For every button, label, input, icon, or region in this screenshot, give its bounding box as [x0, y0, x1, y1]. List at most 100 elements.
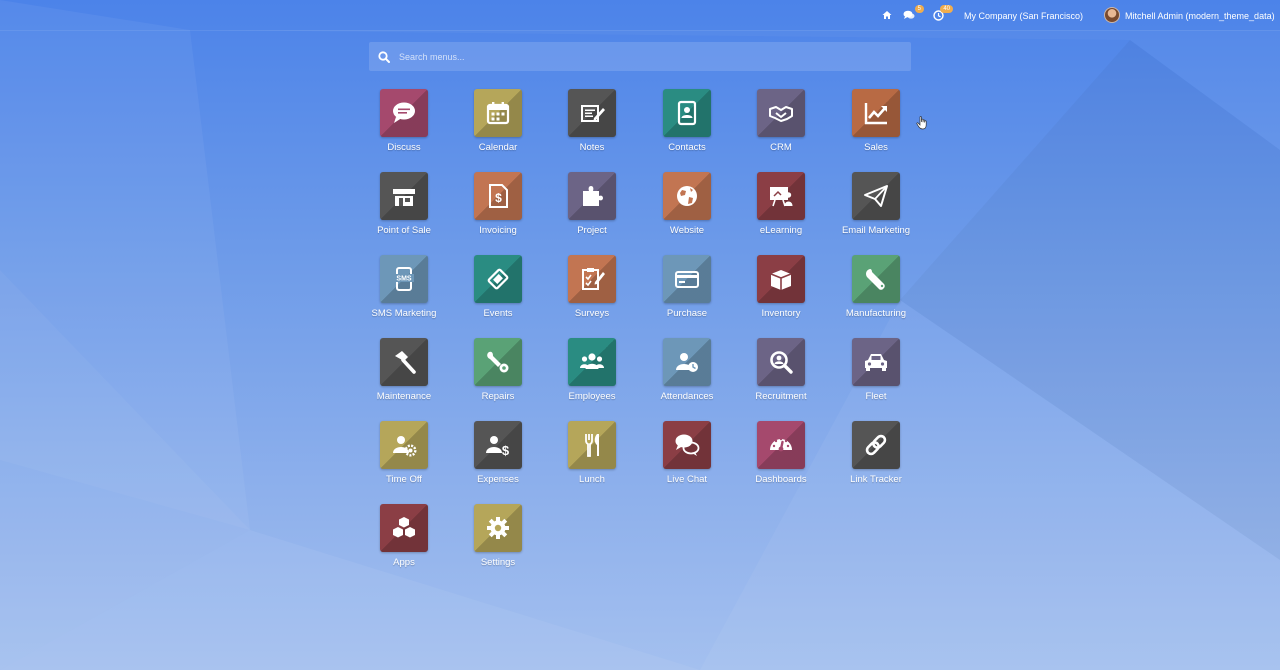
hammer-icon	[380, 338, 428, 386]
shop-icon	[380, 172, 428, 220]
app-fleet[interactable]: Fleet	[829, 338, 923, 414]
handshake-icon	[757, 89, 805, 137]
svg-text:SMS: SMS	[396, 276, 412, 283]
app-label: Attendances	[660, 391, 714, 402]
app-label: Fleet	[865, 391, 887, 402]
app-invoicing[interactable]: $ Invoicing	[451, 172, 545, 248]
sms-phone-icon: SMS	[380, 255, 428, 303]
app-label: Employees	[568, 391, 616, 402]
app-label: Dashboards	[755, 474, 807, 485]
app-notes[interactable]: Notes	[545, 89, 639, 165]
user-dollar-icon: $	[474, 421, 522, 469]
link-icon	[852, 421, 900, 469]
address-book-icon	[663, 89, 711, 137]
app-email-marketing[interactable]: Email Marketing	[829, 172, 923, 248]
app-recruitment[interactable]: Recruitment	[734, 338, 828, 414]
globe-icon	[663, 172, 711, 220]
app-apps[interactable]: Apps	[357, 504, 451, 580]
app-label: Events	[483, 308, 513, 319]
cubes-icon	[380, 504, 428, 552]
wrench-icon	[852, 255, 900, 303]
app-employees[interactable]: Employees	[545, 338, 639, 414]
users-icon	[568, 338, 616, 386]
app-label: Email Marketing	[841, 225, 911, 236]
app-label: Purchase	[666, 308, 708, 319]
app-manufacturing[interactable]: Manufacturing	[829, 255, 923, 331]
calendar-icon	[474, 89, 522, 137]
app-label: CRM	[770, 142, 792, 153]
fork-knife-icon	[568, 421, 616, 469]
app-sms-marketing[interactable]: SMS SMS Marketing	[357, 255, 451, 331]
app-elearning[interactable]: eLearning	[734, 172, 828, 248]
app-label: Website	[669, 225, 705, 236]
app-inventory[interactable]: Inventory	[734, 255, 828, 331]
app-maintenance[interactable]: Maintenance	[357, 338, 451, 414]
chat-bubbles-icon	[663, 421, 711, 469]
app-surveys[interactable]: Surveys	[545, 255, 639, 331]
app-link-tracker[interactable]: Link Tracker	[829, 421, 923, 497]
app-settings[interactable]: Settings	[451, 504, 545, 580]
app-label: Apps	[393, 557, 415, 568]
app-point-of-sale[interactable]: Point of Sale	[357, 172, 451, 248]
wrench-gear-icon	[474, 338, 522, 386]
user-clock-icon	[663, 338, 711, 386]
app-label: Maintenance	[376, 391, 432, 402]
app-label: Notes	[579, 142, 605, 153]
app-label: Expenses	[477, 474, 519, 485]
app-label: Invoicing	[479, 225, 517, 236]
app-purchase[interactable]: Purchase	[640, 255, 734, 331]
app-label: Lunch	[579, 474, 605, 485]
app-label: Live Chat	[666, 474, 708, 485]
app-repairs[interactable]: Repairs	[451, 338, 545, 414]
app-attendances[interactable]: Attendances	[640, 338, 734, 414]
app-lunch[interactable]: Lunch	[545, 421, 639, 497]
chat-bubble-icon	[380, 89, 428, 137]
user-gear-icon	[380, 421, 428, 469]
app-dashboards[interactable]: Dashboards	[734, 421, 828, 497]
notes-icon	[568, 89, 616, 137]
paper-plane-icon	[852, 172, 900, 220]
app-discuss[interactable]: Discuss	[357, 89, 451, 165]
app-label: Project	[577, 225, 607, 236]
app-project[interactable]: Project	[545, 172, 639, 248]
app-label: Repairs	[481, 391, 515, 402]
clipboard-check-icon	[568, 255, 616, 303]
svg-text:$: $	[495, 191, 502, 205]
trending-chart-icon	[852, 89, 900, 137]
app-label: Settings	[480, 557, 516, 568]
app-label: Manufacturing	[845, 308, 907, 319]
ticket-icon	[474, 255, 522, 303]
app-website[interactable]: Website	[640, 172, 734, 248]
app-grid: Discuss Calendar Notes Contacts CRM Sales Poin…	[0, 0, 1280, 670]
app-sales[interactable]: Sales	[829, 89, 923, 165]
car-icon	[852, 338, 900, 386]
gauge-icon	[757, 421, 805, 469]
app-label: Surveys	[574, 308, 610, 319]
app-label: Point of Sale	[377, 225, 431, 236]
app-label: Calendar	[478, 142, 518, 153]
app-live-chat[interactable]: Live Chat	[640, 421, 734, 497]
magnifier-user-icon	[757, 338, 805, 386]
app-contacts[interactable]: Contacts	[640, 89, 734, 165]
svg-text:$: $	[502, 443, 510, 458]
box-icon	[757, 255, 805, 303]
presentation-icon	[757, 172, 805, 220]
app-label: eLearning	[759, 225, 803, 236]
invoice-dollar-icon: $	[474, 172, 522, 220]
app-time-off[interactable]: Time Off	[357, 421, 451, 497]
credit-card-icon	[663, 255, 711, 303]
app-calendar[interactable]: Calendar	[451, 89, 545, 165]
app-label: Inventory	[761, 308, 801, 319]
puzzle-icon	[568, 172, 616, 220]
gear-icon	[474, 504, 522, 552]
app-label: Time Off	[386, 474, 422, 485]
app-label: Link Tracker	[850, 474, 902, 485]
app-label: Recruitment	[755, 391, 807, 402]
app-crm[interactable]: CRM	[734, 89, 828, 165]
hand-cursor-icon	[916, 116, 927, 130]
app-label: Contacts	[668, 142, 706, 153]
app-label: Sales	[864, 142, 888, 153]
app-events[interactable]: Events	[451, 255, 545, 331]
app-label: SMS Marketing	[371, 308, 437, 319]
app-expenses[interactable]: $ Expenses	[451, 421, 545, 497]
